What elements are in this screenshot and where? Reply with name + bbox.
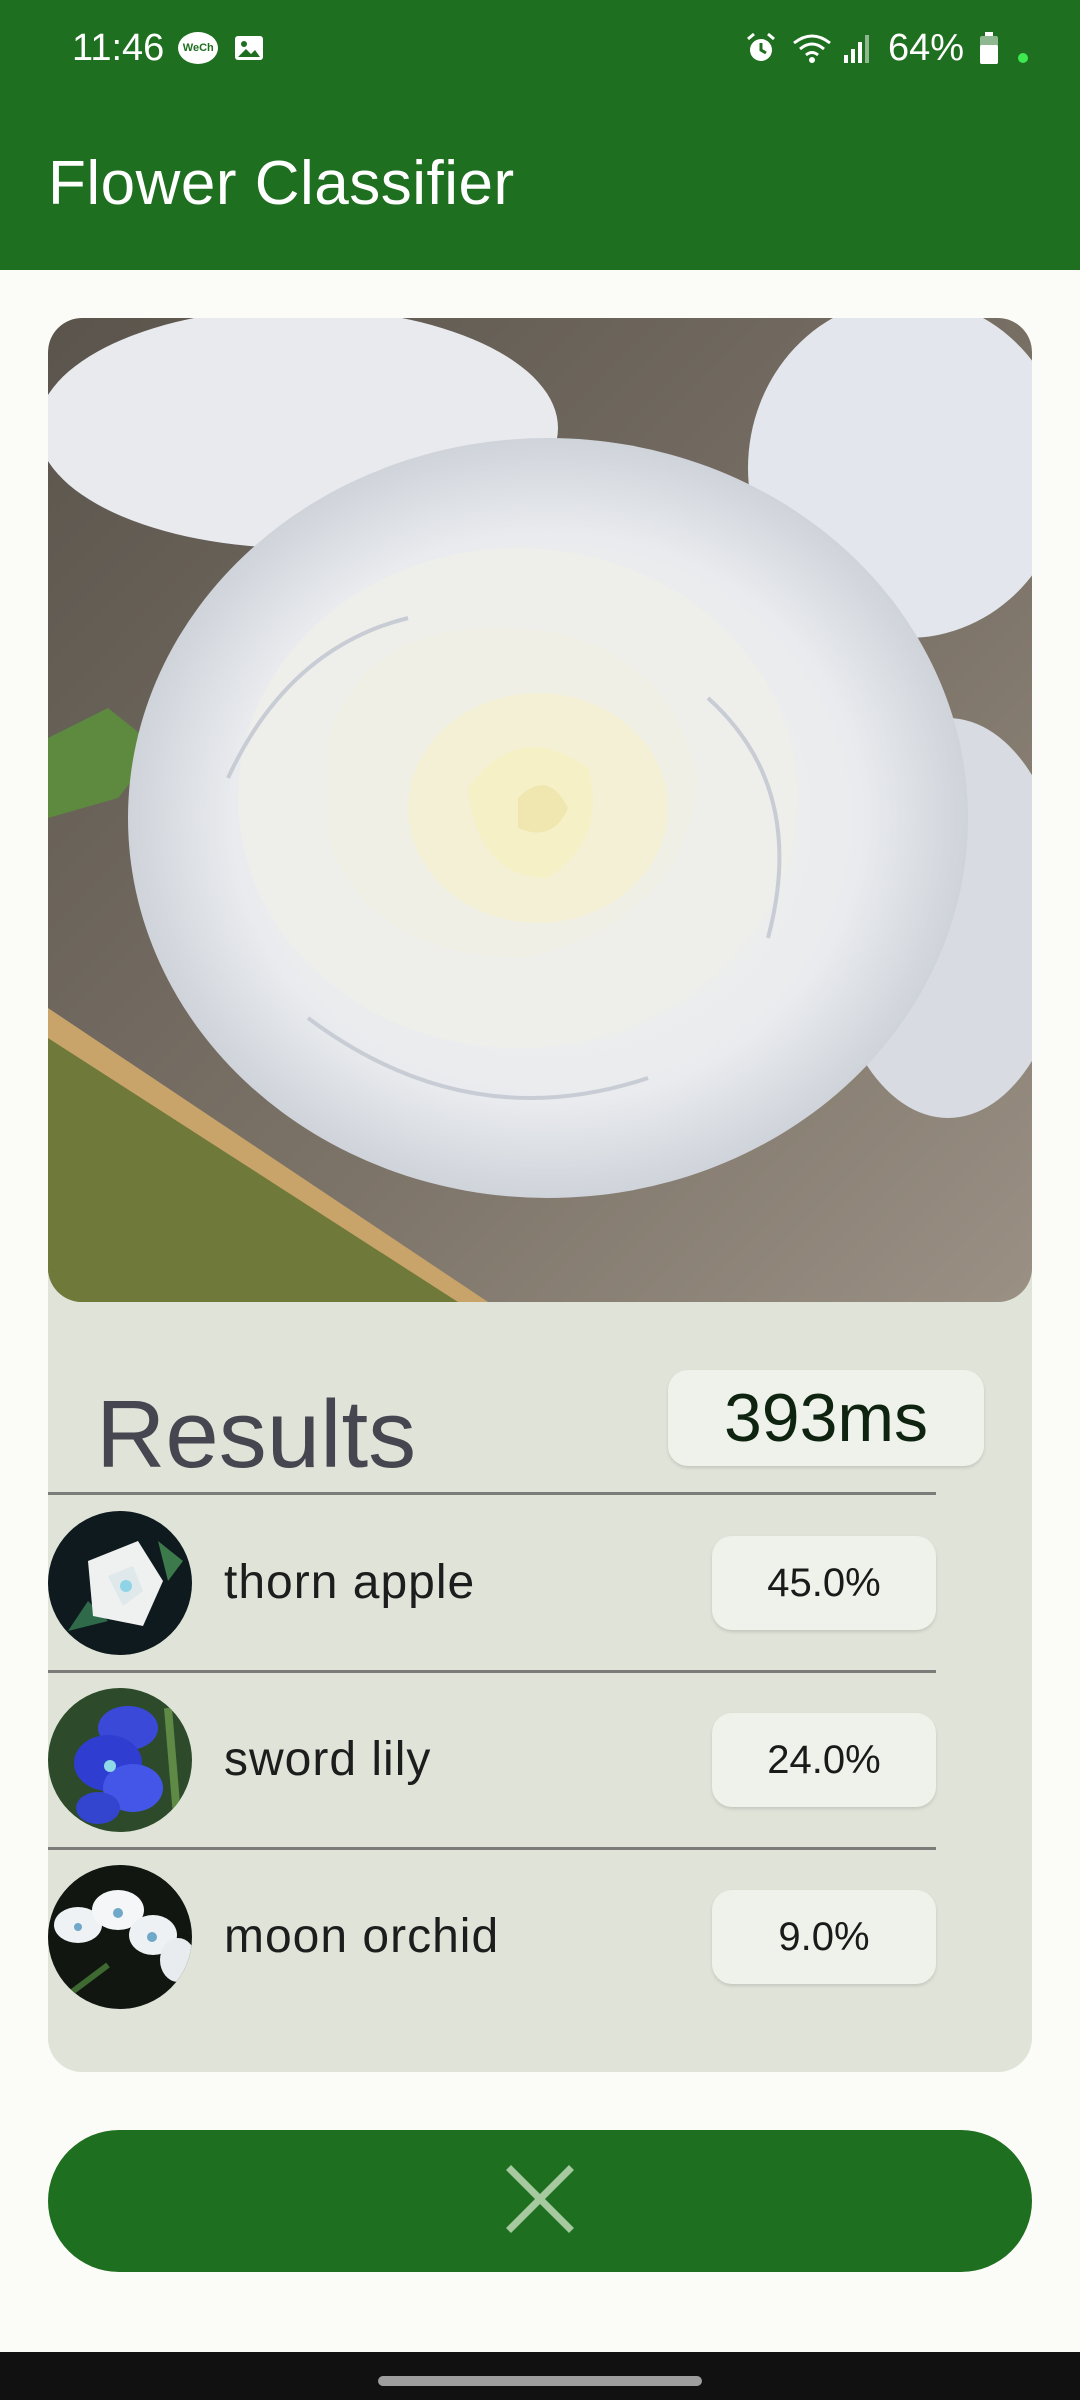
result-label: moon orchid — [224, 1910, 500, 1963]
moon-orchid-thumbnail — [48, 1865, 192, 2009]
status-bar: 11:46 WeCh 64% — [0, 0, 1080, 96]
app-title: Flower Classifier — [48, 148, 515, 218]
wechat-icon: WeCh — [178, 32, 219, 64]
alarm-icon — [744, 31, 778, 65]
confidence-chip: 24.0% — [712, 1713, 936, 1807]
sword-lily-thumbnail — [48, 1688, 192, 1832]
results-header: Results 393ms — [96, 1370, 984, 1490]
result-row-3: moon orchid 9.0% — [48, 1850, 936, 2024]
result-row-2: sword lily 24.0% — [48, 1673, 936, 1847]
app-bar: Flower Classifier — [0, 96, 1080, 270]
signal-icon — [840, 31, 874, 65]
close-button[interactable] — [48, 2130, 1032, 2272]
result-label: thorn apple — [224, 1556, 476, 1609]
result-label: sword lily — [224, 1733, 432, 1786]
status-right: 64% — [744, 27, 1028, 70]
confidence-chip: 45.0% — [712, 1536, 936, 1630]
status-time: 11:46 — [72, 26, 165, 69]
navigation-bar — [0, 2352, 1080, 2400]
status-left: 11:46 WeCh — [72, 27, 266, 70]
wifi-icon — [792, 31, 831, 65]
battery-text: 64% — [887, 26, 964, 69]
close-icon — [505, 2164, 575, 2239]
inference-time-chip: 393ms — [668, 1370, 984, 1466]
result-row-1: thorn apple 45.0% — [48, 1496, 936, 1670]
home-gesture-handle[interactable] — [378, 2376, 702, 2386]
gallery-icon — [232, 31, 266, 65]
thorn-apple-thumbnail — [48, 1511, 192, 1655]
divider — [48, 1492, 936, 1495]
flower-photo — [48, 318, 1032, 1302]
results-title: Results — [96, 1381, 417, 1488]
confidence-chip: 9.0% — [712, 1890, 936, 1984]
battery-icon — [978, 31, 1000, 65]
privacy-indicator-dot — [1018, 53, 1028, 63]
